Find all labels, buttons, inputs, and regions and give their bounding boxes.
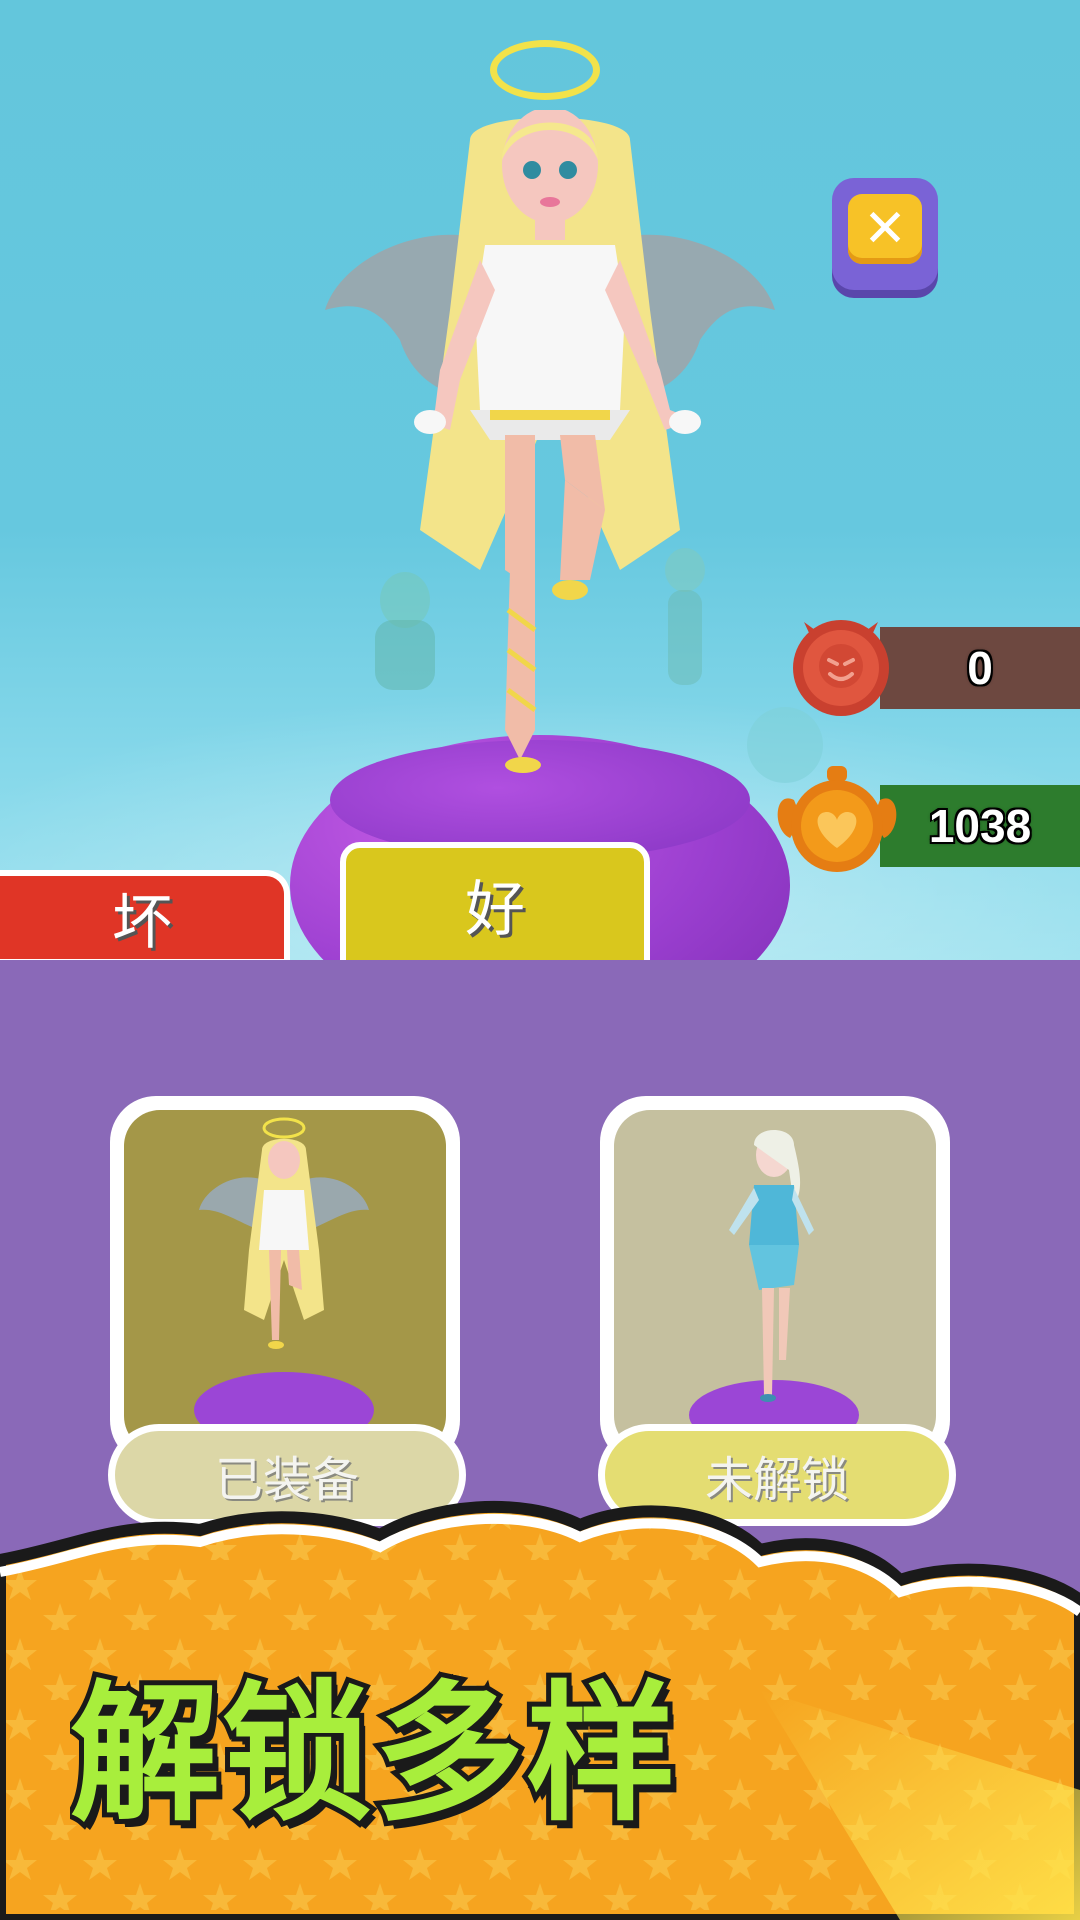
outfit-card-ice-princess[interactable] [600, 1096, 950, 1466]
bad-score-counter: 0 [880, 627, 1080, 709]
outfit-preview [614, 1110, 936, 1452]
close-button[interactable]: ✕ [832, 178, 938, 290]
good-score-counter: 1038 [880, 785, 1080, 867]
banner-title: 解锁多样 [70, 1663, 681, 1847]
tab-good[interactable]: 好 [340, 842, 650, 960]
good-score-value: 1038 [928, 800, 1032, 852]
angel-heart-icon [777, 766, 897, 872]
outfit-card-angel[interactable] [110, 1096, 460, 1466]
close-icon: ✕ [848, 194, 922, 264]
tab-good-label: 好 [465, 875, 525, 945]
devil-face-icon [793, 620, 889, 716]
halo-icon [490, 40, 600, 100]
outfit-preview [124, 1110, 446, 1452]
tab-bad-label: 坏 [112, 888, 172, 958]
game-scene: ✕ 0 1038 坏 好 [0, 0, 1080, 960]
ice-princess-outfit-thumbnail [689, 1130, 859, 1450]
tab-bad[interactable]: 坏 [0, 870, 290, 960]
bad-score-value: 0 [967, 642, 993, 694]
angel-outfit-thumbnail [194, 1117, 374, 1448]
angel-character [325, 110, 775, 773]
